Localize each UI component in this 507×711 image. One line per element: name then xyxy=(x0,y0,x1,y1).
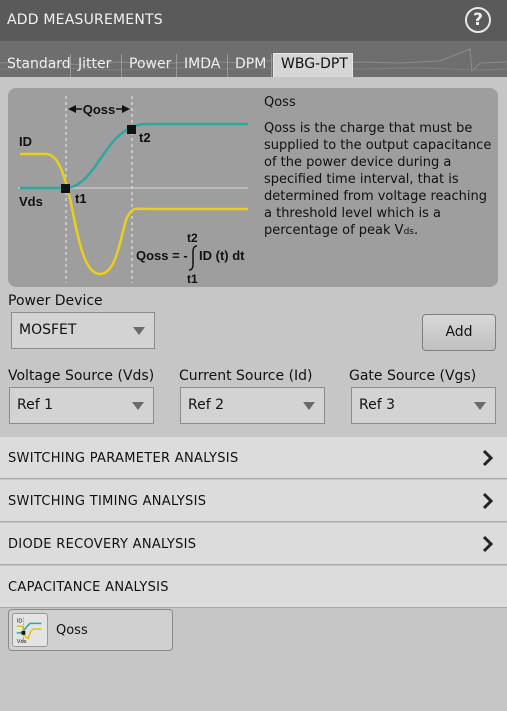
chevron-right-icon xyxy=(482,492,494,510)
section-label: SWITCHING TIMING ANALYSIS xyxy=(8,494,207,509)
tab-jitter[interactable]: Jitter xyxy=(71,54,122,77)
tab-wbg-dpt[interactable]: WBG-DPT xyxy=(273,53,353,77)
tab-power[interactable]: Power xyxy=(122,54,177,77)
section-switching-timing-analysis[interactable]: SWITCHING TIMING ANALYSIS xyxy=(0,480,507,522)
power-device-select[interactable]: MOSFET xyxy=(11,312,155,349)
voltage-source-label: Voltage Source (Vds) xyxy=(8,368,155,384)
chevron-down-icon xyxy=(303,402,315,410)
t2-label: t2 xyxy=(139,130,151,145)
t1-label: t1 xyxy=(75,191,87,206)
section-capacitance-analysis[interactable]: CAPACITANCE ANALYSIS xyxy=(0,566,507,608)
svg-text:Vds: Vds xyxy=(17,639,27,645)
chevron-right-icon xyxy=(482,535,494,553)
power-device-label: Power Device xyxy=(8,293,103,309)
section-label: DIODE RECOVERY ANALYSIS xyxy=(8,537,197,552)
title-bar: ADD MEASUREMENTS ? xyxy=(0,0,507,41)
span-label: Qoss xyxy=(83,102,116,117)
info-description: Qoss is the charge that must be supplied… xyxy=(264,121,492,238)
tab-standard[interactable]: Standard xyxy=(0,54,71,77)
formula-lower-limit: t1 xyxy=(187,272,198,286)
current-source-label: Current Source (Id) xyxy=(179,368,313,384)
gate-source-select[interactable]: Ref 3 xyxy=(351,387,496,424)
chevron-down-icon xyxy=(474,402,486,410)
chevron-down-icon xyxy=(132,402,144,410)
chevron-right-icon xyxy=(482,449,494,467)
tab-dpm[interactable]: DPM xyxy=(228,54,272,77)
add-button[interactable]: Add xyxy=(422,314,496,351)
formula-lhs: Qoss = - xyxy=(136,248,188,263)
current-source-select[interactable]: Ref 2 xyxy=(180,387,325,424)
measurement-label: Qoss xyxy=(56,623,88,638)
formula-upper-limit: t2 xyxy=(187,231,198,245)
section-diode-recovery-analysis[interactable]: DIODE RECOVERY ANALYSIS xyxy=(0,523,507,565)
section-label: SWITCHING PARAMETER ANALYSIS xyxy=(8,451,239,466)
vds-label: Vds xyxy=(19,194,43,209)
svg-text:ID: ID xyxy=(17,618,23,624)
tab-strip: Standard Jitter Power IMDA DPM WBG-DPT xyxy=(0,41,507,77)
gate-source-value: Ref 3 xyxy=(359,397,395,413)
tab-imda[interactable]: IMDA xyxy=(177,54,228,77)
content-area: Qoss ID Vds t1 t2 Qoss = - t2 t1 ID (t) … xyxy=(0,77,507,711)
qoss-diagram: Qoss ID Vds t1 t2 Qoss = - t2 t1 ID (t) … xyxy=(18,96,248,286)
formula-rhs: ID (t) dt xyxy=(199,248,245,263)
window-title: ADD MEASUREMENTS xyxy=(7,12,163,28)
qoss-waveform-icon: ID Vds xyxy=(12,613,48,647)
integral-sign xyxy=(188,245,198,271)
measurement-button-qoss[interactable]: ID Vds Qoss xyxy=(8,609,173,651)
measurement-info-panel: Qoss ID Vds t1 t2 Qoss = - t2 t1 ID (t) … xyxy=(8,88,498,287)
help-button[interactable]: ? xyxy=(465,7,491,33)
info-title: Qoss xyxy=(264,95,296,110)
power-device-value: MOSFET xyxy=(19,322,77,338)
chevron-down-icon xyxy=(133,327,145,335)
t1-marker xyxy=(61,184,70,193)
section-switching-parameter-analysis[interactable]: SWITCHING PARAMETER ANALYSIS xyxy=(0,437,507,479)
t2-marker xyxy=(127,125,136,134)
gate-source-label: Gate Source (Vgs) xyxy=(349,368,477,384)
current-source-value: Ref 2 xyxy=(188,397,224,413)
voltage-source-value: Ref 1 xyxy=(17,397,53,413)
section-label: CAPACITANCE ANALYSIS xyxy=(8,580,169,595)
id-label: ID xyxy=(19,134,32,149)
voltage-source-select[interactable]: Ref 1 xyxy=(9,387,154,424)
